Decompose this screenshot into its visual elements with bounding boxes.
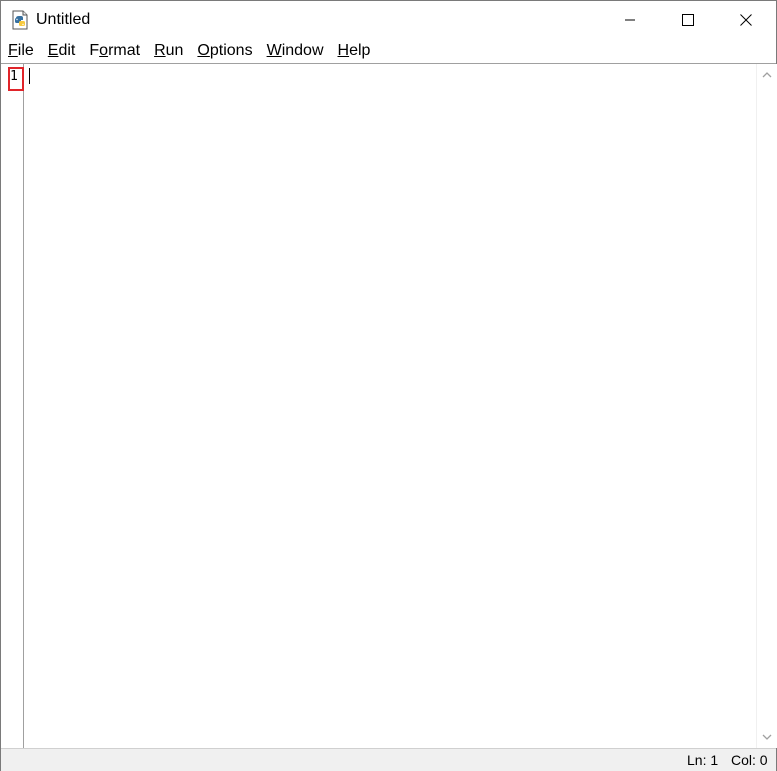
menu-options-accel: O [197, 42, 210, 59]
window-title: Untitled [36, 11, 91, 28]
scroll-down-button[interactable] [757, 728, 777, 746]
menu-edit[interactable]: Edit [41, 39, 83, 63]
menu-window-label: indow [281, 42, 324, 59]
menu-file[interactable]: File [1, 39, 41, 63]
idle-editor-window: Untitled File Edit Format Run Options Wi… [0, 0, 777, 771]
title-bar[interactable]: Untitled [1, 1, 776, 38]
menu-options-label: ptions [209, 42, 253, 59]
status-column: Col: 0 [731, 752, 768, 768]
editor-frame: 1 [1, 63, 777, 748]
menu-bar: File Edit Format Run Options Window Help [1, 39, 776, 63]
line-number-highlight [8, 67, 24, 91]
menu-help[interactable]: Help [331, 39, 378, 63]
menu-format-accel: o [99, 42, 109, 59]
chevron-up-icon [762, 72, 772, 78]
menu-format-label: rmat [108, 42, 141, 59]
close-button[interactable] [717, 1, 775, 38]
menu-format-pre: F [89, 42, 100, 59]
code-text-area[interactable] [25, 64, 755, 748]
status-line: Ln: 1 [687, 752, 719, 768]
chevron-down-icon [762, 734, 772, 740]
menu-file-accel: F [8, 42, 18, 59]
menu-edit-label: dit [58, 42, 76, 59]
menu-window-accel: W [266, 42, 282, 59]
text-caret [29, 68, 30, 84]
menu-options[interactable]: Options [190, 39, 259, 63]
menu-format[interactable]: Format [82, 39, 147, 63]
close-icon [740, 13, 752, 26]
menu-window[interactable]: Window [260, 39, 331, 63]
python-idle-icon [11, 10, 29, 30]
maximize-button[interactable] [659, 1, 717, 38]
vertical-scrollbar[interactable] [756, 64, 777, 748]
menu-help-label: elp [349, 42, 371, 59]
maximize-icon [682, 13, 694, 26]
menu-edit-accel: E [47, 42, 59, 59]
line-number-gutter: 1 [1, 64, 24, 748]
menu-run[interactable]: Run [147, 39, 190, 63]
status-bar: Ln: 1 Col: 0 [1, 748, 776, 771]
minimize-button[interactable] [601, 1, 659, 38]
menu-file-label: ile [17, 42, 34, 59]
scroll-up-button[interactable] [757, 66, 777, 84]
menu-run-label: un [165, 42, 184, 59]
minimize-icon [625, 19, 635, 20]
menu-help-accel: H [337, 42, 350, 59]
menu-run-accel: R [154, 42, 166, 59]
